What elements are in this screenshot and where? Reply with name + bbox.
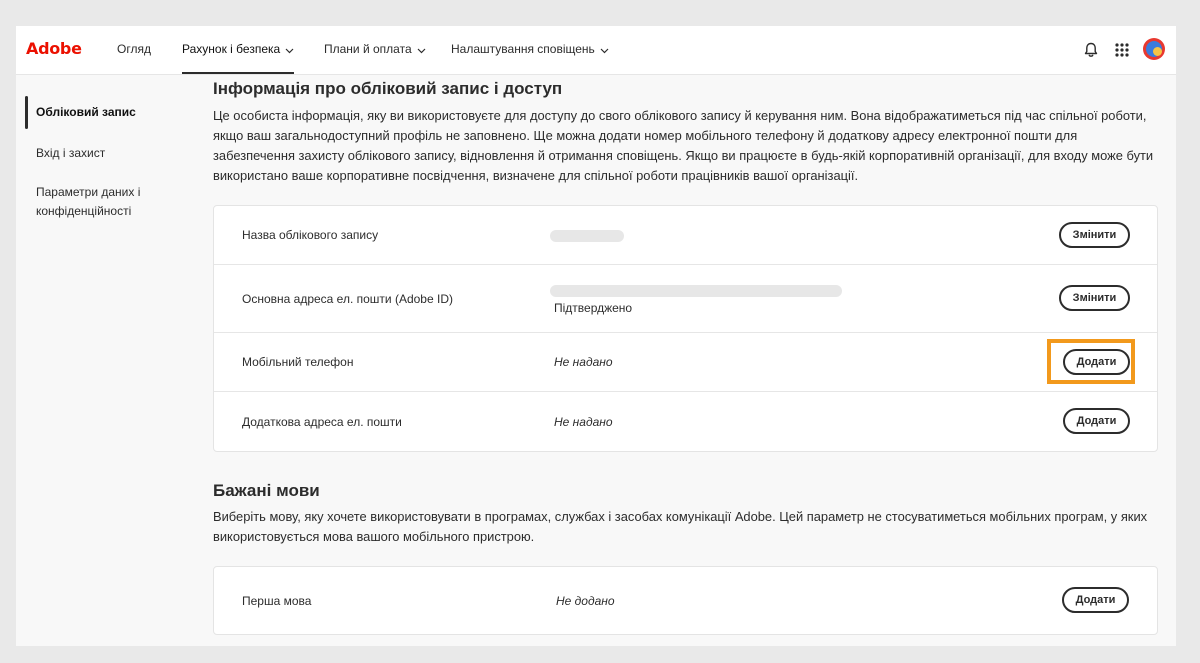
sidebar-item-data-privacy[interactable]: Параметри даних і конфіденційності: [36, 183, 166, 221]
first-language-value: Не додано: [556, 594, 615, 608]
first-language-row: Перша мова Не додано Додати: [214, 567, 1157, 634]
mobile-phone-row: Мобільний телефон Не надано Додати: [214, 332, 1157, 392]
adobe-logo[interactable]: Adobe: [26, 39, 82, 58]
sidebar-item-label: Вхід і захист: [36, 146, 106, 160]
row-label: Додаткова адреса ел. пошти: [242, 415, 402, 429]
account-info-card: Назва облікового запису Змінити Основна …: [213, 205, 1158, 452]
tab-overview-label: Огляд: [117, 42, 151, 56]
change-primary-email-button[interactable]: Змінити: [1059, 285, 1130, 311]
account-section-title: Інформація про обліковий запис і доступ: [213, 79, 563, 98]
row-label: Мобільний телефон: [242, 355, 354, 369]
tab-account-security[interactable]: Рахунок і безпека: [182, 26, 295, 74]
email-verified-status: Підтверджено: [554, 301, 633, 315]
account-name-value: [550, 230, 624, 242]
chevron-down-icon: [285, 27, 294, 73]
sidebar-item-label: Обліковий запис: [36, 105, 136, 119]
add-secondary-email-button[interactable]: Додати: [1063, 408, 1130, 434]
add-first-language-button[interactable]: Додати: [1062, 587, 1129, 613]
tab-plans-payment[interactable]: Плани й оплата: [324, 26, 426, 74]
row-label: Основна адреса ел. пошти (Adobe ID): [242, 292, 453, 306]
change-account-name-button[interactable]: Змінити: [1059, 222, 1130, 248]
row-label: Назва облікового запису: [242, 228, 379, 242]
row-label: Перша мова: [242, 594, 312, 608]
sidebar-active-indicator: [25, 96, 28, 129]
secondary-email-row: Додаткова адреса ел. пошти Не надано Дод…: [214, 391, 1157, 451]
bell-icon[interactable]: [1081, 40, 1101, 60]
tab-notification-settings[interactable]: Налаштування сповіщень: [451, 26, 609, 74]
language-card: Перша мова Не додано Додати: [213, 566, 1158, 635]
page-frame: Adobe Огляд Рахунок і безпека Плани й оп…: [16, 26, 1176, 646]
tab-overview[interactable]: Огляд: [117, 26, 151, 74]
tab-account-security-label: Рахунок і безпека: [182, 42, 281, 56]
mobile-phone-value: Не надано: [554, 355, 613, 369]
chevron-down-icon: [600, 27, 609, 73]
primary-email-value: [550, 285, 842, 297]
tab-notification-settings-label: Налаштування сповіщень: [451, 42, 595, 56]
account-section-description: Це особиста інформація, яку ви використо…: [213, 108, 1154, 183]
highlight-box: [1047, 339, 1135, 384]
sidebar-item-signin-security[interactable]: Вхід і захист: [36, 144, 186, 163]
secondary-email-value: Не надано: [554, 415, 613, 429]
language-section-title: Бажані мови: [213, 481, 320, 500]
chevron-down-icon: [417, 27, 426, 73]
avatar[interactable]: [1143, 38, 1165, 60]
top-navigation: Adobe Огляд Рахунок і безпека Плани й оп…: [16, 26, 1176, 75]
sidebar-item-account[interactable]: Обліковий запис: [36, 103, 186, 122]
apps-grid-icon[interactable]: [1112, 40, 1132, 60]
account-name-row: Назва облікового запису Змінити: [214, 206, 1157, 264]
primary-email-row: Основна адреса ел. пошти (Adobe ID) Підт…: [214, 264, 1157, 333]
sidebar-item-label: Параметри даних і конфіденційності: [36, 185, 141, 218]
language-section-description: Виберіть мову, яку хочете використовуват…: [213, 509, 1148, 544]
avatar-accent: [1153, 47, 1162, 56]
tab-plans-payment-label: Плани й оплата: [324, 42, 412, 56]
